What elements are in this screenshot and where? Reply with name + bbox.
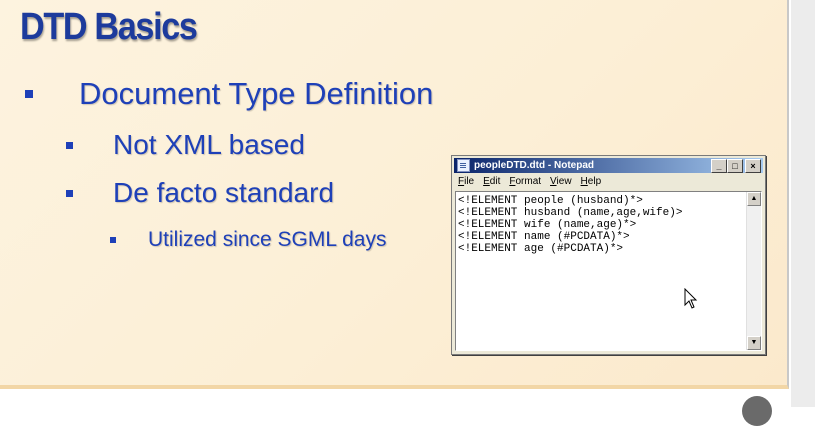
menu-view[interactable]: View	[550, 176, 572, 187]
mouse-pointer-icon	[684, 288, 698, 309]
minimize-button[interactable]: _	[711, 159, 727, 173]
right-strip	[791, 0, 815, 407]
content-line: <!ELEMENT people (husband)*>	[458, 195, 643, 207]
bullet-text: De facto standard	[113, 177, 335, 208]
menu-help[interactable]: Help	[581, 176, 602, 187]
content-line: <!ELEMENT wife (name,age)*>	[458, 219, 637, 231]
notepad-title: peopleDTD.dtd - Notepad	[474, 160, 594, 171]
vertical-scrollbar[interactable]: ▲ ▼	[746, 192, 761, 350]
menu-file[interactable]: File	[458, 176, 474, 187]
bullet-square-icon	[66, 189, 73, 197]
notepad-menubar: File Edit Format View Help	[458, 176, 601, 187]
close-button[interactable]: ×	[745, 159, 761, 173]
notepad-content: <!ELEMENT people (husband)*> <!ELEMENT hu…	[458, 195, 682, 255]
bullet-text: Utilized since SGML days	[148, 228, 387, 251]
scroll-down-arrow-icon[interactable]: ▼	[747, 336, 761, 350]
bullet-level3: Utilized since SGML days	[110, 228, 386, 252]
bullet-level1: Document Type Definition	[25, 76, 433, 112]
bullet-square-icon	[110, 237, 116, 243]
bullet-text: Not XML based	[113, 129, 305, 160]
window-controls: _ □ ×	[711, 159, 761, 173]
menu-format[interactable]: Format	[509, 176, 541, 187]
scroll-up-arrow-icon[interactable]: ▲	[747, 192, 761, 206]
bullet-square-icon	[66, 141, 73, 149]
notepad-app-icon	[457, 159, 470, 172]
maximize-button[interactable]: □	[727, 159, 743, 173]
content-line: <!ELEMENT husband (name,age,wife)>	[458, 207, 683, 219]
content-line: <!ELEMENT age (#PCDATA)*>	[458, 243, 624, 255]
bullet-level2-a: Not XML based	[66, 129, 305, 161]
bullet-text: Document Type Definition	[79, 76, 434, 111]
content-line: <!ELEMENT name (#PCDATA)*>	[458, 231, 630, 243]
corner-circle-icon	[742, 396, 772, 426]
menu-edit[interactable]: Edit	[483, 176, 500, 187]
notepad-titlebar[interactable]: peopleDTD.dtd - Notepad _ □ ×	[454, 158, 763, 173]
notepad-window[interactable]: peopleDTD.dtd - Notepad _ □ × File Edit …	[451, 155, 766, 355]
bullet-level2-b: De facto standard	[66, 177, 334, 209]
bullet-square-icon	[25, 90, 33, 98]
slide-title: DTD Basics	[20, 6, 198, 48]
notepad-text-area[interactable]: <!ELEMENT people (husband)*> <!ELEMENT hu…	[455, 191, 762, 351]
